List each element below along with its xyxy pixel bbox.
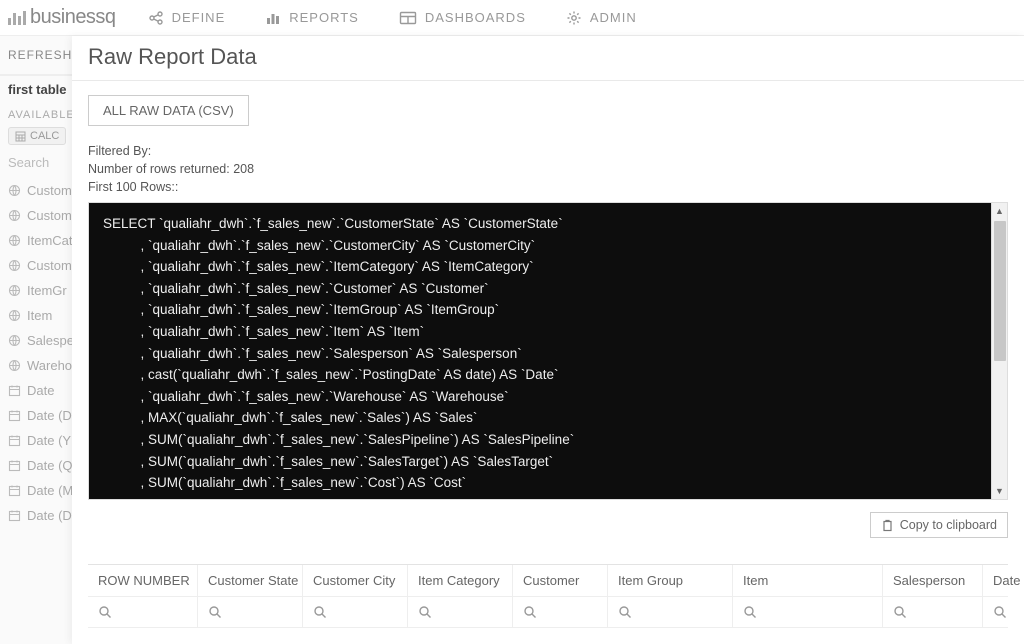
column-header[interactable]: ROW NUMBER [88,565,198,596]
column-filter[interactable] [608,597,733,627]
column-header[interactable]: Customer City [303,565,408,596]
nav-reports[interactable]: REPORTS [259,4,383,32]
globe-icon [8,234,21,247]
bar-chart-icon [265,10,281,26]
search-icon [418,605,432,619]
search-icon [98,605,112,619]
sidebar-field-item[interactable]: Date (Y [0,428,76,453]
sidebar-field-item[interactable]: ItemCat [0,228,76,253]
column-header[interactable]: Item Group [608,565,733,596]
modal-body: ALL RAW DATA (CSV) Filtered By: Number o… [72,81,1024,644]
column-header[interactable]: Customer State [198,565,303,596]
scroll-up-arrow-icon[interactable]: ▲ [992,203,1007,219]
sidebar-field-item[interactable]: Custom [0,178,76,203]
sql-box-container: SELECT `qualiahr_dwh`.`f_sales_new`.`Cus… [88,202,1008,500]
globe-icon [8,334,21,347]
column-filter[interactable] [408,597,513,627]
clipboard-icon [881,519,894,532]
available-label: AVAILABLE [0,103,76,123]
refresh-button[interactable]: REFRESH [0,36,76,75]
scroll-thumb[interactable] [994,221,1006,361]
logo-text: businessq [30,6,116,29]
main-nav: DEFINE REPORTS DASHBOARDS ADMIN [142,4,661,32]
grid-header-row: ROW NUMBERCustomer StateCustomer CityIte… [88,565,1008,597]
share-icon [148,10,164,26]
sql-query-box[interactable]: SELECT `qualiahr_dwh`.`f_sales_new`.`Cus… [88,202,1008,500]
column-filter[interactable] [88,597,198,627]
column-header[interactable]: Date [983,565,1024,596]
globe-icon [8,284,21,297]
search-icon [993,605,1007,619]
left-sidebar: REFRESH first table AVAILABLE CALC Searc… [0,36,76,644]
column-filter[interactable] [883,597,983,627]
calculator-icon [15,131,26,142]
globe-icon [8,309,21,322]
column-filter[interactable] [303,597,408,627]
sidebar-field-item[interactable]: Date (D [0,503,76,528]
sidebar-field-item[interactable]: Date (D [0,403,76,428]
all-raw-data-csv-button[interactable]: ALL RAW DATA (CSV) [88,95,249,126]
column-header[interactable]: Item [733,565,883,596]
column-header[interactable]: Customer [513,565,608,596]
calendar-icon [8,409,21,422]
column-header[interactable]: Item Category [408,565,513,596]
data-grid: ROW NUMBERCustomer StateCustomer CityIte… [88,564,1008,628]
sidebar-field-item[interactable]: Item [0,303,76,328]
sidebar-search[interactable]: Search [0,149,76,176]
search-icon [208,605,222,619]
sidebar-field-item[interactable]: Date [0,378,76,403]
search-icon [743,605,757,619]
search-icon [313,605,327,619]
modal-title: Raw Report Data [72,36,1024,81]
dashboard-icon [399,10,417,26]
sidebar-field-item[interactable]: ItemGr [0,278,76,303]
raw-report-modal: Raw Report Data ALL RAW DATA (CSV) Filte… [72,36,1024,644]
sidebar-field-item[interactable]: Date (Q [0,453,76,478]
sidebar-field-item[interactable]: Warehou [0,353,76,378]
nav-admin[interactable]: ADMIN [560,4,661,32]
calc-button[interactable]: CALC [8,127,66,145]
column-filter[interactable] [513,597,608,627]
grid-filter-row [88,597,1008,628]
column-header[interactable]: Salesperson [883,565,983,596]
calendar-icon [8,434,21,447]
scroll-down-arrow-icon[interactable]: ▼ [992,483,1007,499]
logo-bars-icon [8,11,26,25]
sidebar-field-item[interactable]: Custom [0,253,76,278]
globe-icon [8,209,21,222]
column-filter[interactable] [198,597,303,627]
nav-dashboards[interactable]: DASHBOARDS [393,4,550,32]
first-rows-label: First 100 Rows:: [88,180,1008,194]
gear-icon [566,10,582,26]
calendar-icon [8,484,21,497]
calendar-icon [8,509,21,522]
panel-title: first table [0,75,76,103]
sidebar-field-item[interactable]: Custom [0,203,76,228]
rows-returned-label: Number of rows returned: 208 [88,162,1008,176]
globe-icon [8,184,21,197]
search-icon [893,605,907,619]
top-navbar: businessq DEFINE REPORTS DASHBOARDS ADMI… [0,0,1024,36]
globe-icon [8,359,21,372]
sidebar-field-item[interactable]: Salespe [0,328,76,353]
copy-to-clipboard-button[interactable]: Copy to clipboard [870,512,1008,538]
calendar-icon [8,459,21,472]
globe-icon [8,259,21,272]
search-icon [618,605,632,619]
filtered-by-label: Filtered By: [88,144,1008,158]
search-icon [523,605,537,619]
sidebar-field-list: CustomCustomItemCatCustomItemGrItemSales… [0,176,76,530]
column-filter[interactable] [983,597,1024,627]
sql-scrollbar[interactable]: ▲ ▼ [991,203,1007,499]
nav-define[interactable]: DEFINE [142,4,250,32]
app-logo[interactable]: businessq [8,6,116,29]
sidebar-field-item[interactable]: Date (M [0,478,76,503]
column-filter[interactable] [733,597,883,627]
calendar-icon [8,384,21,397]
